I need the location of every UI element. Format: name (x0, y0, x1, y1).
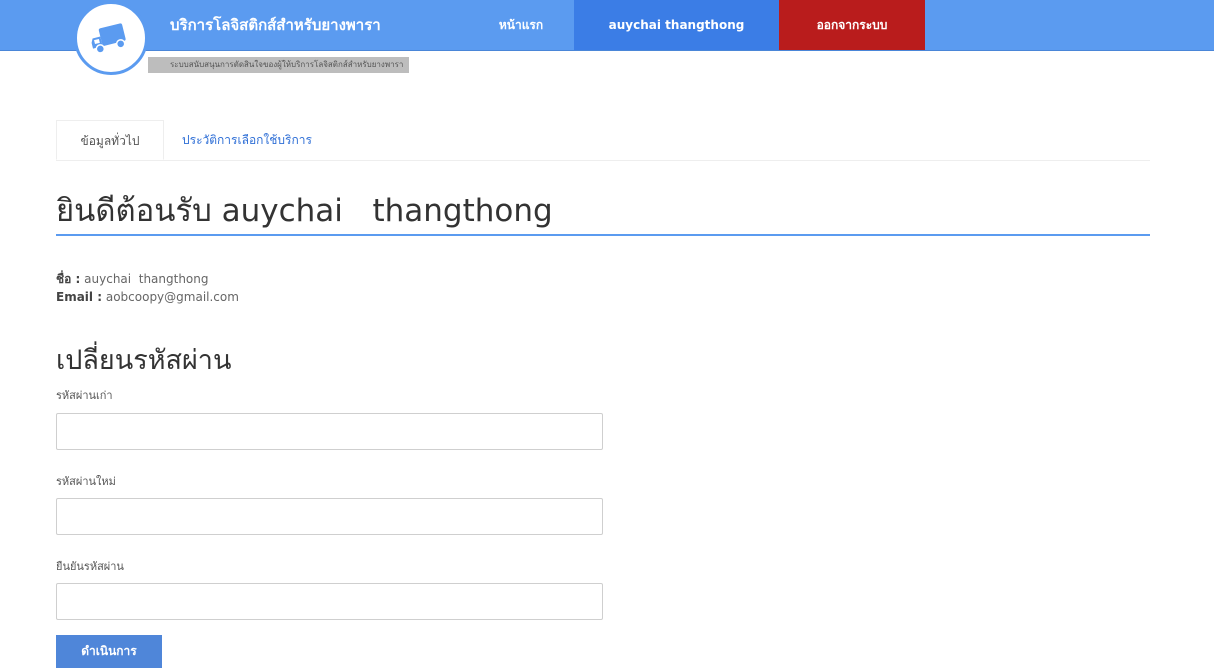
nav-home-link[interactable]: หน้าแรก (468, 0, 574, 50)
email-label: Email : (56, 290, 103, 304)
brand-title[interactable]: บริการโลจิสติกส์สำหรับยางพารา (170, 0, 381, 50)
email-value: aobcoopy@gmail.com (105, 290, 239, 304)
nav-logout-link[interactable]: ออกจากระบบ (779, 0, 925, 50)
name-label: ชื่อ : (56, 272, 81, 286)
top-navbar: บริการโลจิสติกส์สำหรับยางพารา หน้าแรก au… (0, 0, 1214, 51)
profile-email: Email : aobcoopy@gmail.com (56, 290, 239, 304)
nav-user-link[interactable]: auychai thangthong (574, 0, 779, 50)
new-password-label: รหัสผ่านใหม่ (56, 475, 116, 488)
old-password-input[interactable] (56, 413, 603, 450)
submit-button[interactable]: ดำเนินการ (56, 635, 162, 668)
truck-icon (91, 23, 126, 54)
change-password-title: เปลี่ยนรหัสผ่าน (56, 345, 232, 376)
profile-name: ชื่อ : auychai thangthong (56, 270, 209, 289)
profile-tabs: ข้อมูลทั่วไป ประวัติการเลือกใช้บริการ (56, 120, 1150, 161)
confirm-password-label: ยืนยันรหัสผ่าน (56, 560, 124, 573)
brand-subtitle: ระบบสนับสนุนการตัดสินใจของผู้ให้บริการโล… (148, 57, 410, 73)
name-value: auychai thangthong (84, 272, 209, 286)
tab-service-history[interactable]: ประวัติการเลือกใช้บริการ (168, 120, 326, 160)
page-title: ยินดีต้อนรับ auychai thangthong (56, 188, 1150, 236)
logo[interactable] (74, 1, 148, 75)
old-password-label: รหัสผ่านเก่า (56, 389, 113, 402)
tab-general-info[interactable]: ข้อมูลทั่วไป (56, 120, 164, 160)
new-password-input[interactable] (56, 498, 603, 535)
confirm-password-input[interactable] (56, 583, 603, 620)
